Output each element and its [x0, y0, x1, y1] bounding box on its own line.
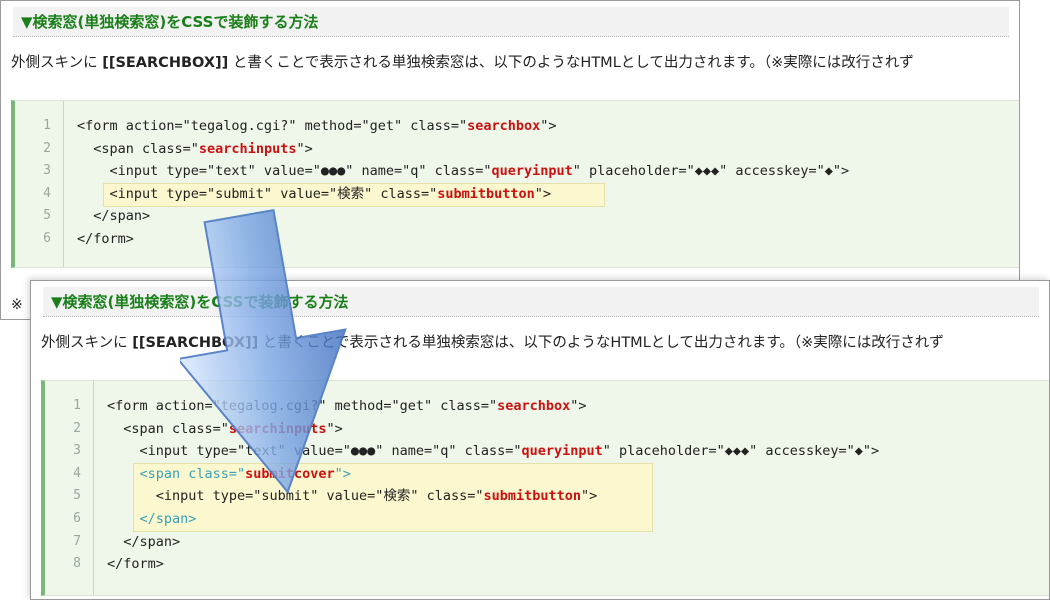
code-token: <span class=" — [77, 140, 199, 157]
code-block-before: 1 <form action="tegalog.cgi?" method="get… — [11, 100, 1019, 268]
code-text: <input type="submit" value="検索" class="s… — [107, 485, 598, 508]
intro-after: と書くことで表示される単独検索窓は、以下のようなHTMLとして出力されます。（※… — [258, 335, 944, 351]
code-token: "> — [534, 185, 552, 202]
code-token: "> — [570, 398, 587, 414]
code-token: " placeholder="◆◆◆" accesskey="◆"> — [572, 163, 850, 180]
code-line: 8 </form> — [45, 553, 1049, 576]
class-name-highlight: queryinput — [521, 443, 603, 460]
line-number: 5 — [43, 208, 51, 224]
code-line: 2 <span class="searchinputs"> — [15, 138, 1019, 161]
line-number: 2 — [73, 420, 81, 436]
intro-text: 外側スキンに [[SEARCHBOX]] と書くことで表示される単独検索窓は、以… — [11, 51, 914, 72]
after-panel: ▼検索窓(単独検索窓)をCSSで装飾する方法 外側スキンに [[SEARCHBO… — [30, 280, 1050, 600]
code-text: <span class="searchinputs"> — [77, 138, 313, 161]
searchbox-tag: [[SEARCHBOX]] — [102, 55, 229, 71]
code-token: "> — [326, 420, 343, 437]
code-lines: 1 <form action="tegalog.cgi?" method="get… — [45, 395, 1049, 576]
code-line: 6 </form> — [15, 228, 1019, 251]
code-text: </span> — [107, 508, 197, 531]
code-token: "> — [334, 465, 351, 482]
code-token: <form action="tegalog.cgi?" method="get"… — [107, 398, 498, 414]
class-name-highlight: queryinput — [491, 163, 573, 180]
line-number: 7 — [73, 533, 81, 549]
code-line: 7 </span> — [45, 531, 1049, 554]
code-token: </form> — [107, 556, 164, 573]
code-text: <form action="tegalog.cgi?" method="get"… — [107, 395, 587, 418]
class-name-highlight: searchbox — [497, 398, 571, 414]
code-text: </span> — [77, 205, 150, 228]
code-token: "> — [540, 118, 557, 134]
code-text: <form action="tegalog.cgi?" method="get"… — [77, 115, 557, 138]
code-line: 5 </span> — [15, 205, 1019, 228]
code-text: </span> — [107, 531, 180, 554]
code-token: "> — [296, 140, 313, 157]
code-line: 6 </span> — [45, 508, 1049, 531]
line-number: 6 — [43, 230, 51, 246]
class-name-highlight: searchinputs — [198, 140, 297, 157]
code-token: <span class=" — [107, 465, 246, 482]
line-number: 3 — [73, 443, 81, 459]
line-number: 4 — [43, 185, 51, 201]
intro-before: 外側スキンに — [11, 55, 103, 71]
code-line: 1 <form action="tegalog.cgi?" method="get… — [15, 115, 1019, 138]
code-line: 3 <input type="text" value="●●●" name="q… — [45, 440, 1049, 463]
section-heading: ▼検索窓(単独検索窓)をCSSで装飾する方法 — [13, 7, 1009, 37]
code-token: "> — [581, 488, 598, 505]
code-token: <input type="submit" value="検索" class=" — [107, 488, 484, 505]
searchbox-tag: [[SEARCHBOX]] — [132, 335, 259, 351]
class-name-highlight: searchinputs — [228, 420, 327, 437]
intro-before: 外側スキンに — [41, 335, 133, 351]
line-number: 1 — [73, 398, 81, 413]
code-token: " placeholder="◆◆◆" accesskey="◆"> — [602, 443, 880, 460]
code-text: <input type="submit" value="検索" class="s… — [77, 183, 552, 206]
class-name-highlight: searchbox — [467, 118, 541, 134]
code-token: <input type="submit" value="検索" class=" — [77, 185, 438, 202]
code-line: 4 <span class="submitcover"> — [45, 463, 1049, 486]
code-text: <span class="submitcover"> — [107, 463, 351, 486]
code-token: <input type="text" value="●●●" name="q" … — [77, 163, 492, 180]
intro-after: と書くことで表示される単独検索窓は、以下のようなHTMLとして出力されます。（※… — [228, 55, 914, 71]
code-line: 4 <input type="submit" value="検索" class=… — [15, 183, 1019, 206]
intro-text: 外側スキンに [[SEARCHBOX]] と書くことで表示される単独検索窓は、以… — [41, 331, 944, 352]
class-name-highlight: submitbutton — [437, 185, 535, 202]
code-token: </span> — [107, 510, 197, 527]
line-number: 6 — [73, 510, 81, 526]
code-block-after: 1 <form action="tegalog.cgi?" method="get… — [41, 380, 1049, 596]
code-token: </span> — [107, 533, 181, 550]
code-text: </form> — [77, 228, 134, 251]
code-token: <input type="text" value="●●●" name="q" … — [107, 443, 522, 460]
before-panel: ▼検索窓(単独検索窓)をCSSで装飾する方法 外側スキンに [[SEARCHBO… — [0, 0, 1020, 320]
class-name-highlight: submitbutton — [483, 488, 582, 505]
line-number: 4 — [73, 465, 81, 481]
section-heading: ▼検索窓(単独検索窓)をCSSで装飾する方法 — [43, 287, 1039, 317]
line-number: 5 — [73, 488, 81, 504]
code-token: </span> — [77, 208, 151, 225]
code-line: 5 <input type="submit" value="検索" class=… — [45, 485, 1049, 508]
code-text: <input type="text" value="●●●" name="q" … — [77, 160, 850, 183]
note-mark: ※ — [11, 297, 23, 313]
line-number: 3 — [43, 163, 51, 179]
code-line: 2 <span class="searchinputs"> — [45, 418, 1049, 441]
code-token: </form> — [77, 230, 134, 247]
code-text: </form> — [107, 553, 164, 576]
code-line: 3 <input type="text" value="●●●" name="q… — [15, 160, 1019, 183]
line-number: 2 — [43, 140, 51, 156]
code-token: <form action="tegalog.cgi?" method="get"… — [77, 118, 468, 134]
code-token: <span class=" — [107, 420, 229, 437]
code-text: <input type="text" value="●●●" name="q" … — [107, 440, 880, 463]
class-name-highlight: submitcover — [245, 465, 335, 482]
line-number: 8 — [73, 556, 81, 572]
code-line: 1 <form action="tegalog.cgi?" method="get… — [45, 395, 1049, 418]
code-text: <span class="searchinputs"> — [107, 418, 343, 441]
code-lines: 1 <form action="tegalog.cgi?" method="get… — [15, 115, 1019, 251]
line-number: 1 — [43, 118, 51, 133]
